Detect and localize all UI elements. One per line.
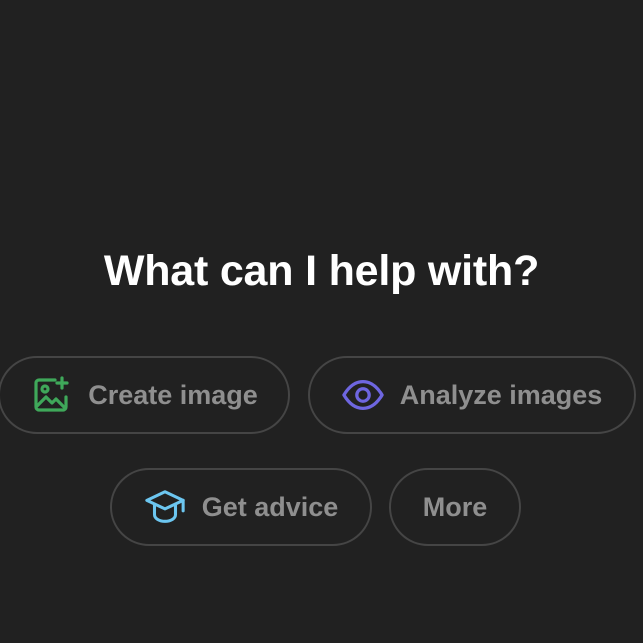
more-label: More [422,491,488,522]
analyze-images-label: Analyze images [399,379,603,410]
get-advice-label: Get advice [201,491,339,522]
create-image-label: Create image [88,379,258,410]
get-advice-button[interactable]: Get advice [110,468,372,546]
eye-icon [341,374,384,416]
graduation-cap-icon [144,486,186,528]
image-sparkle-icon [30,374,72,416]
more-button[interactable]: More [389,468,521,546]
analyze-images-button[interactable]: Analyze images [308,356,636,434]
page-title: What can I help with? [103,247,540,295]
create-image-button[interactable]: Create image [0,356,290,434]
